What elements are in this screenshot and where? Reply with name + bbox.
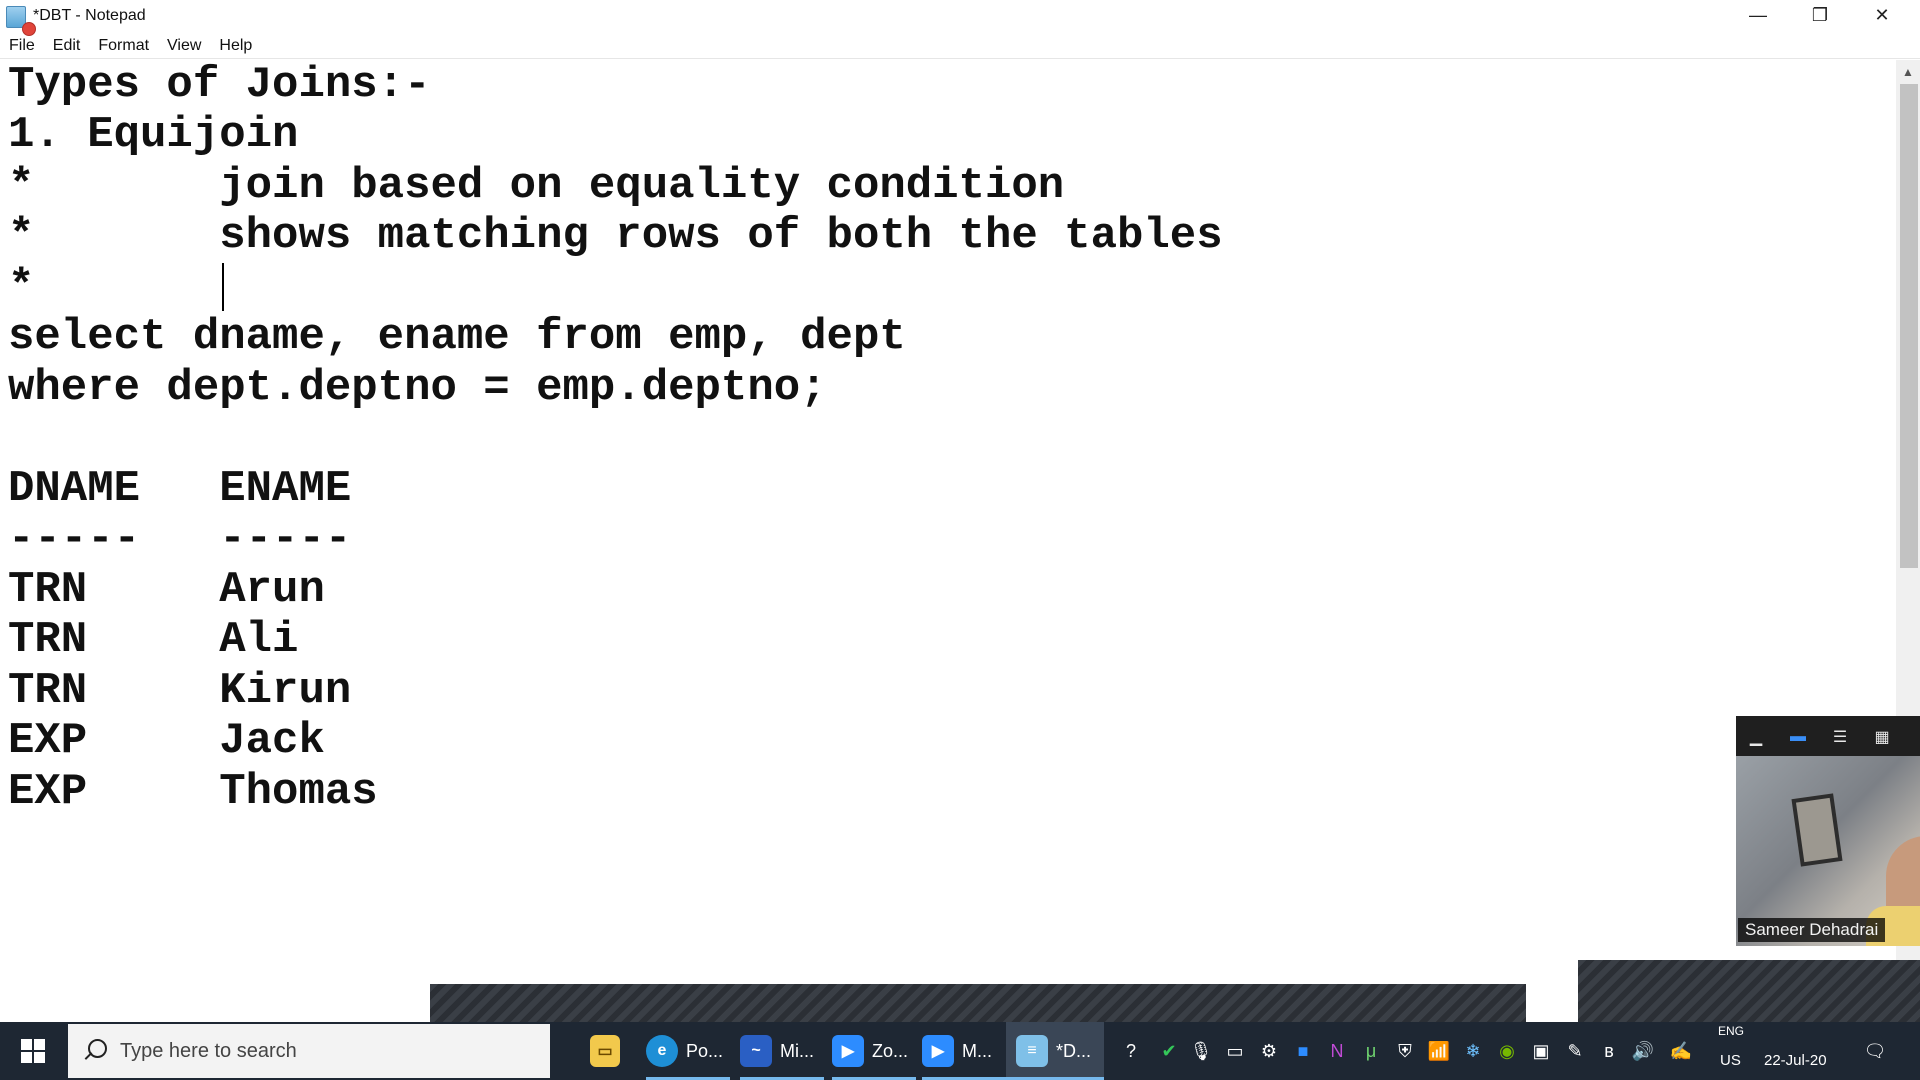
bluetooth-icon[interactable]: ʙ bbox=[1596, 1038, 1622, 1064]
menu-help[interactable]: Help bbox=[210, 34, 261, 58]
ink-workspace-icon[interactable]: ✍ bbox=[1668, 1038, 1694, 1064]
text-caret bbox=[222, 263, 224, 311]
menu-bar: File Edit Format View Help bbox=[0, 34, 261, 58]
scrollbar-thumb[interactable] bbox=[1900, 84, 1918, 568]
file-explorer-icon: ▭ bbox=[590, 1035, 620, 1067]
screen-share-strip bbox=[1578, 960, 1920, 1022]
taskbar-app-label: Mi... bbox=[780, 1040, 814, 1061]
edge-icon: e bbox=[646, 1035, 678, 1067]
notepad-icon: ≡ bbox=[1016, 1035, 1048, 1067]
pen-icon[interactable]: ✎ bbox=[1562, 1038, 1588, 1064]
gallery-view-icon[interactable]: ▦ bbox=[1871, 728, 1893, 746]
editor-line: TRN Ali bbox=[8, 615, 299, 665]
onenote-icon[interactable]: N bbox=[1324, 1038, 1350, 1064]
taskbar-app-label: Po... bbox=[686, 1040, 724, 1061]
zoom-tray-icon[interactable]: ■ bbox=[1290, 1038, 1316, 1064]
language-indicator-top[interactable]: ENG bbox=[1718, 1024, 1744, 1038]
taskbar-app-label: *D... bbox=[1056, 1040, 1092, 1061]
windows-logo-icon bbox=[21, 1039, 45, 1063]
editor-line: EXP Jack bbox=[8, 716, 325, 766]
microphone-icon[interactable]: 🎙 bbox=[1188, 1038, 1214, 1064]
drive-icon[interactable]: ▣ bbox=[1528, 1038, 1554, 1064]
whiteboard-icon: ~ bbox=[740, 1035, 772, 1067]
editor-line: ----- ----- bbox=[8, 514, 352, 564]
editor-line: DNAME ENAME bbox=[8, 464, 352, 514]
menu-divider bbox=[0, 58, 1920, 59]
security-shield-icon[interactable]: ⛨ bbox=[1392, 1038, 1418, 1064]
editor-line: * bbox=[8, 262, 35, 312]
screen-share-strip bbox=[430, 984, 1526, 1022]
utorrent-icon[interactable]: μ bbox=[1358, 1038, 1384, 1064]
strip-view-icon[interactable]: ☰ bbox=[1829, 728, 1851, 746]
taskbar-app-notepad[interactable]: ≡ *D... bbox=[1006, 1022, 1104, 1080]
participant-name-tag: Sameer Dehadrai bbox=[1738, 918, 1886, 942]
nvidia-icon[interactable]: ◉ bbox=[1494, 1038, 1520, 1064]
help-icon[interactable]: ? bbox=[1118, 1038, 1144, 1064]
check-shield-icon[interactable]: ✔ bbox=[1156, 1038, 1182, 1064]
taskbar-app-whiteboard[interactable]: ~ Mi... bbox=[740, 1022, 824, 1080]
taskbar-app-label: M... bbox=[962, 1040, 992, 1061]
scroll-up-arrow-icon[interactable]: ▲ bbox=[1896, 62, 1920, 82]
taskbar-search-box[interactable]: Type here to search bbox=[68, 1024, 550, 1078]
close-button[interactable]: ✕ bbox=[1852, 0, 1912, 30]
zoom-meeting-icon: ▶ bbox=[922, 1035, 954, 1067]
search-placeholder: Type here to search bbox=[120, 1039, 297, 1062]
taskbar-app-zoom[interactable]: ▶ Zo... bbox=[832, 1022, 916, 1080]
menu-file[interactable]: File bbox=[0, 34, 44, 58]
editor-line: Types of Joins:- bbox=[8, 60, 431, 110]
editor-line: 1. Equijoin bbox=[8, 110, 299, 160]
editor-line: select dname, ename from emp, dept bbox=[8, 312, 906, 362]
wifi-icon[interactable]: 📶 bbox=[1426, 1038, 1452, 1064]
restore-button[interactable]: ❐ bbox=[1790, 0, 1850, 30]
window-title: *DBT - Notepad bbox=[33, 7, 146, 24]
menu-edit[interactable]: Edit bbox=[44, 34, 90, 58]
editor-line: TRN Arun bbox=[8, 565, 325, 615]
editor-line: * join based on equality condition bbox=[8, 161, 1065, 211]
editor-line: EXP Thomas bbox=[8, 767, 378, 817]
wall-picture-frame bbox=[1791, 793, 1843, 867]
zoom-icon: ▶ bbox=[832, 1035, 864, 1067]
notifications-icon[interactable]: 🗨 bbox=[1862, 1038, 1888, 1064]
volume-icon[interactable]: 🔊 bbox=[1630, 1038, 1656, 1064]
minimize-video-icon[interactable]: ▁ bbox=[1745, 728, 1767, 746]
taskbar-app-label: Zo... bbox=[872, 1040, 909, 1061]
menu-view[interactable]: View bbox=[158, 34, 210, 58]
steam-icon[interactable]: ⚙ bbox=[1256, 1038, 1282, 1064]
taskbar-date[interactable]: 22-Jul-20 bbox=[1764, 1052, 1827, 1069]
editor-line: * shows matching rows of both the tables bbox=[8, 211, 1223, 261]
search-icon bbox=[82, 1038, 108, 1064]
taskbar-app-file-explorer[interactable]: ▭ bbox=[590, 1022, 628, 1080]
menu-format[interactable]: Format bbox=[89, 34, 158, 58]
title-bar: *DBT - Notepad — ❐ ✕ bbox=[0, 0, 1920, 36]
editor-line: where dept.deptno = emp.deptno; bbox=[8, 363, 827, 413]
minimize-button[interactable]: — bbox=[1728, 0, 1788, 30]
taskbar-app-edge[interactable]: e Po... bbox=[646, 1022, 730, 1080]
battery-icon[interactable]: ▭ bbox=[1222, 1038, 1248, 1064]
start-button[interactable] bbox=[0, 1022, 66, 1080]
speaker-view-icon[interactable]: ▬ bbox=[1787, 728, 1809, 746]
snowflake-icon[interactable]: ❄ bbox=[1460, 1038, 1486, 1064]
taskbar-app-zoom-meeting[interactable]: ▶ M... bbox=[922, 1022, 1006, 1080]
editor-line: TRN Kirun bbox=[8, 666, 352, 716]
language-indicator[interactable]: US bbox=[1720, 1052, 1741, 1069]
